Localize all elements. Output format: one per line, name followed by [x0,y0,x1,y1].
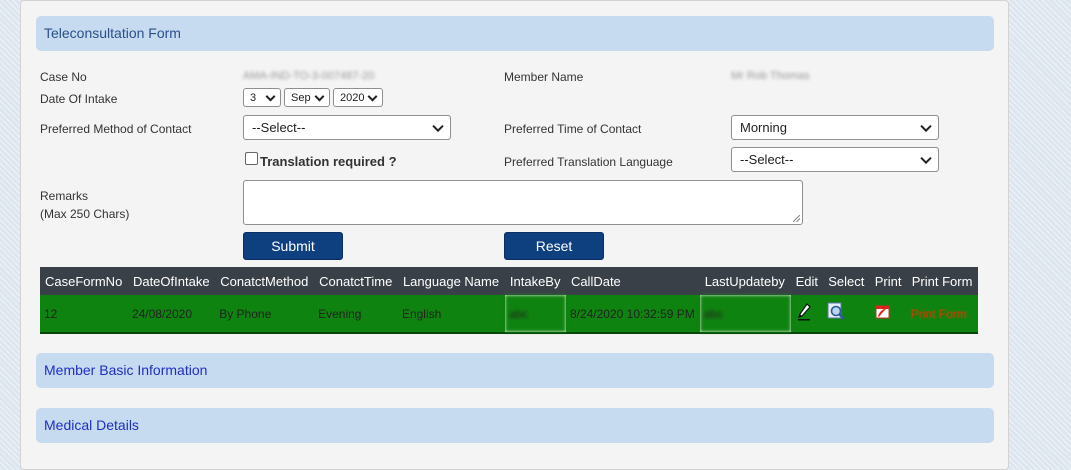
section-header-teleconsultation[interactable]: Teleconsultation Form [36,16,994,51]
preferred-method-label: Preferred Method of Contact [40,122,192,136]
member-name-value: Mr Rob Thomas [731,70,810,82]
cell-printform: Print Form [906,295,978,334]
cell-lastupdateby: abc [699,295,791,334]
case-no-label: Case No [40,70,87,84]
intake-day-select[interactable]: 3 [243,88,281,107]
remarks-textarea[interactable] [243,180,803,225]
table-row: 12 24/08/2020 By Phone Evening English a… [40,295,978,334]
col-header-lastupdateby: LastUpdateby [699,267,791,295]
remarks-label: Remarks [40,189,89,203]
cell-select [823,295,870,334]
section-header-member-basic-info[interactable]: Member Basic Information [36,353,994,388]
reset-button[interactable]: Reset [504,232,604,260]
chevron-down-icon [314,91,325,102]
grid-header-row: CaseFormNo DateOfIntake ConatctMethod Co… [40,267,978,295]
date-of-intake-label: Date Of Intake [40,92,118,106]
col-header-intakeby: IntakeBy [504,267,566,295]
preferred-method-select[interactable]: --Select-- [243,115,451,140]
magnifier-icon[interactable] [827,302,847,322]
preferred-language-value: --Select-- [740,152,794,167]
intake-year-value: 2020 [340,91,365,104]
col-header-caseformno: CaseFormNo [40,267,128,295]
cell-print [869,295,907,334]
member-basic-info-title: Member Basic Information [44,362,208,378]
translation-checkbox[interactable] [245,152,258,165]
submit-button[interactable]: Submit [243,232,343,260]
section-header-medical-details[interactable]: Medical Details [36,408,994,443]
preferred-language-label: Preferred Translation Language [504,155,673,169]
teleconsultation-form-title: Teleconsultation Form [44,25,181,41]
cell-caseformno: 12 [40,295,128,334]
intake-month-value: Sep [291,91,311,104]
chevron-down-icon [920,152,932,164]
col-header-print: Print [869,267,907,295]
chevron-down-icon [432,120,444,132]
intake-year-select[interactable]: 2020 [333,88,383,107]
preferred-language-select[interactable]: --Select-- [731,147,939,172]
col-header-contacttime: ConatctTime [314,267,398,295]
pencil-icon[interactable] [795,302,813,322]
col-header-calldate: CallDate [565,267,700,295]
cell-contactmethod: By Phone [215,295,315,334]
col-header-contactmethod: ConatctMethod [215,267,315,295]
cell-edit [790,295,824,334]
chevron-down-icon [367,91,378,102]
medical-details-title: Medical Details [44,417,139,433]
cell-calldate: 8/24/2020 10:32:59 PM [565,295,700,334]
col-header-language: Language Name [397,267,505,295]
chevron-down-icon [265,91,276,102]
print-form-link[interactable]: Print Form [911,307,967,321]
cell-dateofintake: 24/08/2020 [127,295,216,334]
case-no-value: AMA-IND-TO-3-007487-20 [243,70,375,82]
preferred-time-value: Morning [740,120,787,135]
member-name-label: Member Name [504,70,584,84]
preferred-method-value: --Select-- [252,120,306,135]
resize-handle-icon[interactable] [793,215,800,222]
col-header-dateofintake: DateOfIntake [127,267,216,295]
cell-language: English [397,295,505,334]
chevron-down-icon [920,120,932,132]
translation-label: Translation required ? [260,154,397,169]
intake-day-value: 3 [250,91,257,104]
cell-intakeby: abc [504,295,566,334]
col-header-printform: Print Form [906,267,978,295]
remarks-sublabel: (Max 250 Chars) [40,207,130,221]
preferred-time-select[interactable]: Morning [731,115,939,140]
intake-month-select[interactable]: Sep [284,88,330,107]
teleconsultation-grid: CaseFormNo DateOfIntake ConatctMethod Co… [40,267,978,334]
pdf-icon[interactable] [874,303,892,321]
preferred-time-label: Preferred Time of Contact [504,122,642,136]
col-header-select: Select [823,267,870,295]
col-header-edit: Edit [790,267,824,295]
cell-contacttime: Evening [314,295,398,334]
